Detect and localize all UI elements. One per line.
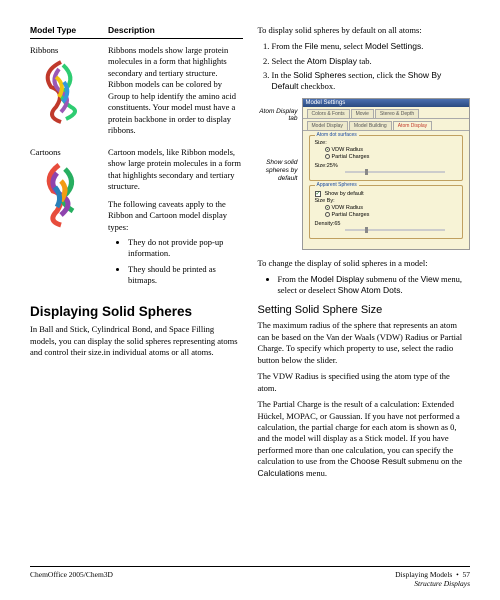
change-bullet: From the Model Display submenu of the Vi…	[278, 274, 471, 296]
entry-text-ribbons: Ribbons models show large protein molecu…	[108, 45, 243, 137]
body-paragraph: The maximum radius of the sphere that re…	[258, 320, 471, 366]
callout-atom-display: Atom Display tab	[258, 108, 298, 124]
caveat-item: They should be printed as bitmaps.	[128, 264, 243, 286]
page-footer: ChemOffice 2005/Chem3D Displaying Models…	[30, 566, 470, 588]
caveat-intro: The following caveats apply to the Ribbo…	[108, 199, 243, 233]
density-label: Density:65	[315, 221, 458, 227]
dialog-tab[interactable]: Colors & Fonts	[307, 109, 350, 118]
footer-left: ChemOffice 2005/Chem3D	[30, 570, 113, 588]
radio-label: Partial Charges	[332, 212, 370, 218]
entry-text-cartoons: Cartoon models, like Ribbon models, show…	[108, 147, 243, 193]
entry-label-cartoons: Cartoons	[30, 147, 100, 157]
size-pct: Size:25%	[315, 163, 458, 169]
section-heading-displaying: Displaying Solid Spheres	[30, 304, 243, 319]
footer-subsection: Structure Displays	[395, 579, 470, 588]
checkbox-label: Show by default	[325, 191, 364, 197]
ribbon-model-icon	[30, 57, 92, 127]
step-item: In the Solid Spheres section, click the …	[272, 70, 471, 92]
dialog-tab[interactable]: Model Building	[349, 121, 392, 130]
cartoon-model-icon	[30, 159, 92, 229]
footer-section: Displaying Models	[395, 570, 452, 579]
group-label: Apparent Spheres	[315, 182, 359, 188]
body-paragraph: The Partial Charge is the result of a ca…	[258, 399, 471, 479]
step-item: From the File menu, select Model Setting…	[272, 41, 471, 52]
show-default-checkbox[interactable]	[315, 191, 321, 197]
entry-label-ribbons: Ribbons	[30, 45, 100, 55]
change-intro: To change the display of solid spheres i…	[258, 258, 471, 269]
header-rule	[30, 38, 243, 39]
footer-page: 57	[463, 570, 471, 579]
size-slider[interactable]	[345, 171, 445, 173]
radio-label: Partial Charges	[332, 154, 370, 160]
dialog-tab[interactable]: Movie	[351, 109, 374, 118]
size-label: Size:	[315, 140, 458, 146]
radio-vdw2[interactable]	[325, 205, 330, 210]
steps-intro: To display solid spheres by default on a…	[258, 25, 471, 36]
radio-label: VDW Radius	[332, 205, 363, 211]
radio-partial[interactable]	[325, 154, 330, 159]
dialog-tab[interactable]: Model Display	[307, 121, 348, 130]
subheading-sphere-size: Setting Solid Sphere Size	[258, 304, 471, 316]
density-slider[interactable]	[345, 229, 445, 231]
caveat-item: They do not provide pop-up information.	[128, 237, 243, 259]
body-paragraph: The VDW Radius is specified using the at…	[258, 371, 471, 394]
group-label: Atom dot surfaces	[315, 132, 359, 138]
dialog-tab[interactable]: Stereo & Depth	[375, 109, 419, 118]
table-header-type: Model Type	[30, 25, 100, 35]
model-settings-dialog: Model Settings Colors & Fonts Movie Ster…	[302, 98, 471, 250]
dialog-title: Model Settings	[303, 99, 470, 107]
section-body: In Ball and Stick, Cylindrical Bond, and…	[30, 324, 243, 358]
radio-label: VDW Radius	[332, 147, 363, 153]
table-header-desc: Description	[108, 25, 243, 35]
radio-vdw[interactable]	[325, 147, 330, 152]
radio-partial2[interactable]	[325, 212, 330, 217]
sizeby-label: Size By:	[315, 198, 458, 204]
step-item: Select the Atom Display tab.	[272, 56, 471, 67]
dialog-tab-active[interactable]: Atom Display	[393, 121, 432, 130]
callout-show-solid: Show solid spheres by default	[258, 159, 298, 182]
